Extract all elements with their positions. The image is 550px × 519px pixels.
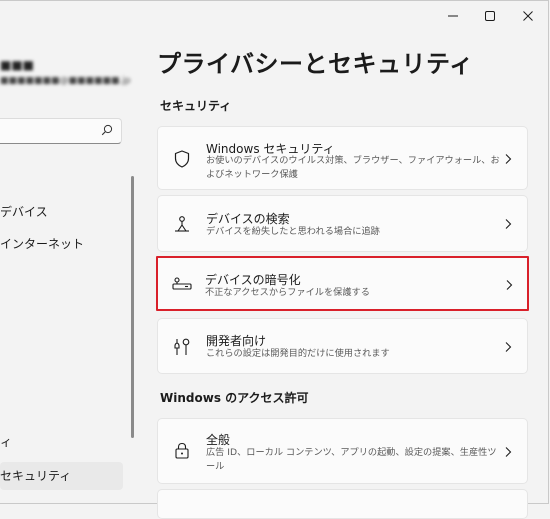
settings-search-input[interactable] <box>0 118 122 144</box>
card-description: デバイスを紛失したと思われる場合に追跡 <box>206 226 380 237</box>
search-icon <box>101 124 113 136</box>
chevron-right-icon <box>505 154 512 164</box>
maximize-icon <box>485 11 495 21</box>
sidebar-item-label: セキュリティ <box>0 469 72 483</box>
card-description: 不正なアクセスからファイルを保護する <box>205 287 370 298</box>
encryption-key-icon <box>172 277 192 290</box>
sidebar: ■■■ ■■■■■■■@■■■■■■.jp デバイス インターネット ィ セキュ… <box>0 0 140 504</box>
sidebar-scrollbar[interactable] <box>131 176 134 438</box>
card-windows-security[interactable]: Windows セキュリティ お使いのデバイスのウイルス対策、ブラウザー、ファイ… <box>157 126 528 190</box>
close-button[interactable] <box>510 4 546 28</box>
chevron-right-icon <box>506 280 513 290</box>
sidebar-item-devices[interactable]: デバイス <box>0 198 48 226</box>
user-email: ■■■■■■■@■■■■■■.jp <box>0 76 131 86</box>
card-description: お使いのデバイスのウイルス対策、ブラウザー、ファイアウォール、およびネットワーク… <box>206 155 500 180</box>
close-icon <box>523 11 533 21</box>
chevron-right-icon <box>505 219 512 229</box>
shield-icon <box>174 150 190 168</box>
sidebar-item-partial[interactable]: ィ <box>0 428 12 456</box>
sidebar-item-network[interactable]: インターネット <box>0 230 84 258</box>
chevron-right-icon <box>505 447 512 457</box>
user-name: ■■■ <box>0 58 35 72</box>
card-device-encryption[interactable]: デバイスの暗号化 不正なアクセスからファイルを保護する <box>156 256 529 311</box>
card-description: これらの設定は開発目的だけに使用されます <box>206 348 390 359</box>
page-title: プライバシーとセキュリティ <box>157 50 474 78</box>
card-for-developers[interactable]: 開発者向け これらの設定は開発目的だけに使用されます <box>157 318 528 374</box>
developer-tools-icon <box>174 338 190 355</box>
minimize-button[interactable] <box>435 4 471 28</box>
maximize-button[interactable] <box>472 4 508 28</box>
sidebar-item-privacy-security[interactable]: セキュリティ <box>0 462 123 490</box>
lock-icon <box>175 442 189 459</box>
minimize-icon <box>448 15 458 17</box>
card-general[interactable]: 全般 広告 ID、ローカル コンテンツ、アプリの起動、設定の提案、生産性ツール <box>157 418 528 484</box>
card-description: 広告 ID、ローカル コンテンツ、アプリの起動、設定の提案、生産性ツール <box>206 447 497 472</box>
section-title-windows-permissions: Windows のアクセス許可 <box>160 391 309 405</box>
card-find-my-device[interactable]: デバイスの検索 デバイスを紛失したと思われる場合に追跡 <box>157 195 528 252</box>
person-location-icon <box>175 216 189 232</box>
chevron-right-icon <box>505 342 512 352</box>
card-partial[interactable] <box>157 489 528 519</box>
section-title-security: セキュリティ <box>160 99 232 113</box>
